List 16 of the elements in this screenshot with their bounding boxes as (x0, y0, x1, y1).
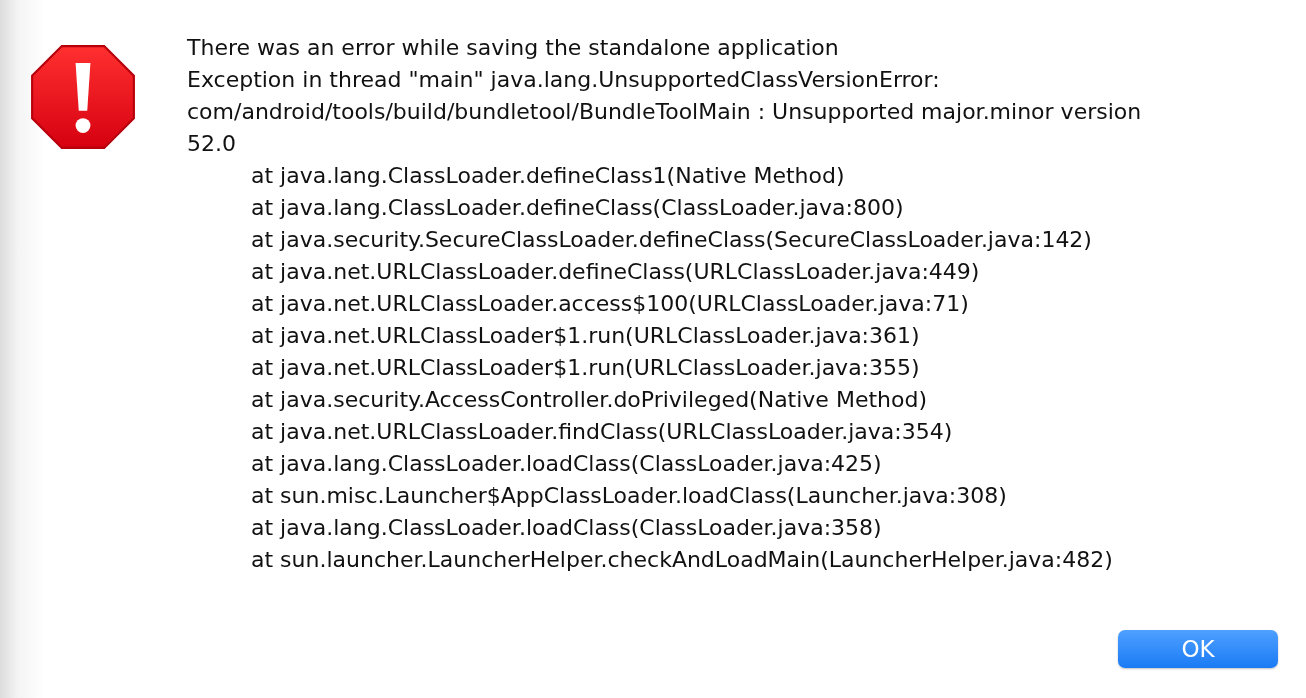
stack-trace-line: at sun.misc.Launcher$AppClassLoader.loadClass(Launcher.java:308) (250, 482, 1008, 510)
error-title: There was an error while saving the standalone application (187, 34, 840, 62)
stack-trace-line: at java.security.SecureClassLoader.defineClass(SecureClassLoader.java:142) (250, 226, 1093, 254)
stack-trace-line: at java.net.URLClassLoader.findClass(URLClassLoader.java:354) (250, 418, 954, 446)
stack-trace-line: at java.lang.ClassLoader.loadClass(ClassLoader.java:425) (250, 450, 883, 478)
stack-trace-line: at java.lang.ClassLoader.defineClass(ClassLoader.java:800) (250, 194, 905, 222)
stack-trace-line: at java.net.URLClassLoader$1.run(URLClassLoader.java:361) (250, 322, 921, 350)
ok-button[interactable]: OK (1118, 630, 1278, 668)
stack-trace-line: at java.net.URLClassLoader.defineClass(URLClassLoader.java:449) (250, 258, 981, 286)
stack-trace-line: at java.security.AccessController.doPrivileged(Native Method) (250, 386, 928, 414)
stack-trace-line: at java.lang.ClassLoader.loadClass(ClassLoader.java:358) (250, 514, 883, 542)
stack-trace-line: at sun.launcher.LauncherHelper.checkAndLoadMain(LauncherHelper.java:482) (250, 546, 1114, 574)
error-icon (30, 44, 136, 150)
stack-trace-line: at java.net.URLClassLoader.access$100(URLClassLoader.java:71) (250, 290, 970, 318)
stack-trace-line: at java.lang.ClassLoader.defineClass1(Native Method) (250, 162, 846, 190)
stack-trace-line: at java.net.URLClassLoader$1.run(URLClassLoader.java:355) (250, 354, 921, 382)
